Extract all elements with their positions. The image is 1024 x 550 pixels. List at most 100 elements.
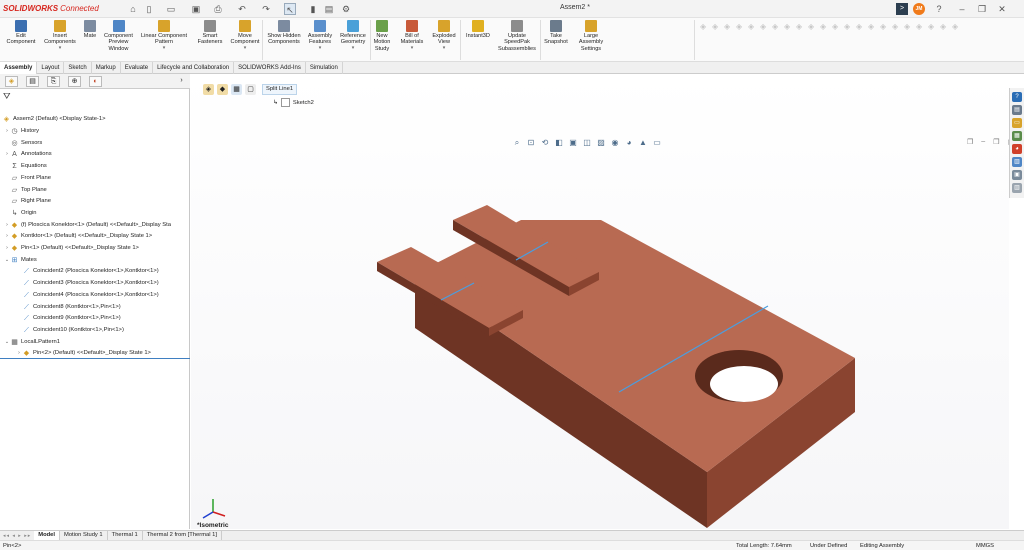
graphics-viewport[interactable]: ◈ ◆ ▦ ▢ Split Line1 ↳ Sketch2 ⌕ ⊡ ⟲ ◧ ▣ … [191, 74, 1014, 529]
console-icon[interactable]: > [896, 3, 908, 15]
bottom-tab-thermal-2-from-thermal-1-[interactable]: Thermal 2 from [Thermal 1] [143, 531, 222, 540]
new-document-icon[interactable]: ▯ [143, 3, 155, 15]
tree-item[interactable]: › ◆ Kontktor<1> (Default) <<Default>_Displ… [0, 231, 190, 242]
tree-item[interactable]: ⟋ Coincident10 (Kontktor<1>,Pin<1>) [0, 325, 190, 336]
tab-simulation[interactable]: Simulation [306, 62, 343, 74]
smart-fasteners-button[interactable]: Smart Fasteners [196, 20, 224, 46]
solidworks-resources-icon[interactable]: ? [1012, 92, 1022, 102]
design-library-icon[interactable]: ▤ [1012, 105, 1022, 115]
tree-item[interactable]: ⌄ ⊞ Mates [0, 255, 190, 266]
tree-item[interactable]: ↳ Origin [0, 208, 190, 219]
restore-icon[interactable]: ❐ [976, 3, 988, 15]
tree-item[interactable]: ▱ Top Plane [0, 185, 190, 196]
tab-markup[interactable]: Markup [92, 62, 121, 74]
tree-item[interactable]: ⟋ Coincident2 (Ploscica Konektor<1>,Kontk… [0, 266, 190, 277]
appearances-icon[interactable]: ◕ [1012, 144, 1022, 154]
bottom-tab-model[interactable]: Model [34, 531, 60, 540]
print-icon[interactable]: ⎙ [212, 3, 224, 15]
chevron-down-icon[interactable]: ▾ [352, 45, 355, 51]
display-manager-tab-icon[interactable]: ◐ [89, 76, 102, 87]
tree-item[interactable]: › ◷ History [0, 126, 190, 137]
help-icon[interactable]: ? [933, 3, 945, 15]
minimize-icon[interactable]: – [956, 3, 968, 15]
view-palette-icon[interactable]: ▦ [1012, 131, 1022, 141]
chevron-down-icon[interactable]: ▾ [163, 45, 166, 51]
assembly-model[interactable] [191, 74, 1009, 529]
options-gear-icon[interactable]: ⚙ [340, 3, 352, 15]
tree-item[interactable]: ⟋ Coincident3 (Ploscica Konektor<1>,Kontk… [0, 278, 190, 289]
tree-item[interactable]: ⟋ Coincident8 (Kontktor<1>,Pin<1>) [0, 302, 190, 313]
toolbox-icon[interactable]: ▥ [1012, 183, 1022, 193]
dimxpert-tab-icon[interactable]: ⊕ [68, 76, 81, 87]
insert-components-button[interactable]: Insert Components ▾ [42, 20, 78, 51]
tab-layout[interactable]: Layout [37, 62, 65, 74]
tree-item-label: Annotations [21, 151, 52, 158]
feature-tree-tab-icon[interactable]: ◈ [5, 76, 18, 87]
tab-sketch[interactable]: Sketch [64, 62, 92, 74]
edit-component-button[interactable]: Edit Component [3, 20, 39, 46]
chevron-down-icon[interactable]: ▾ [244, 45, 247, 51]
snapshot-button[interactable]: Take Snapshot [543, 20, 569, 46]
open-icon[interactable]: ▭ [165, 3, 177, 15]
bottom-tab-thermal-1[interactable]: Thermal 1 [108, 531, 143, 540]
status-units[interactable]: MMGS [976, 542, 994, 550]
user-avatar[interactable]: JM [913, 3, 925, 15]
show-hidden-button[interactable]: Show Hidden Components [266, 20, 302, 46]
property-manager-tab-icon[interactable]: ▤ [26, 76, 39, 87]
panel-expand-icon[interactable]: › [175, 76, 188, 87]
speedpak-button[interactable]: Update SpeedPak Subassemblies [497, 20, 537, 52]
close-icon[interactable]: ✕ [996, 3, 1008, 15]
tab-solidworks-add-ins[interactable]: SOLIDWORKS Add-Ins [234, 62, 306, 74]
chevron-down-icon[interactable]: ▾ [59, 45, 62, 51]
bottom-tab-motion-study-1[interactable]: Motion Study 1 [60, 531, 108, 540]
bom-button[interactable]: Bill of Materials ▾ [398, 20, 426, 51]
home-icon[interactable]: ⌂ [127, 3, 139, 15]
move-component-button[interactable]: Move Component ▾ [228, 20, 262, 51]
tab-scroll-arrows[interactable]: ◂◂ ◂ ▸ ▸▸ [0, 533, 34, 539]
ribbon-button-label: Assembly Features [307, 33, 333, 46]
file-properties-icon[interactable]: ▤ [323, 3, 335, 15]
traffic-light-icon[interactable]: ▮ [307, 3, 319, 15]
motion-study-button[interactable]: New Motion Study [371, 20, 393, 52]
tree-item-label: (f) Ploscica Konektor<1> (Default) <<Def… [21, 221, 171, 228]
redo-icon[interactable]: ↷ [260, 3, 272, 15]
tree-item[interactable]: ▱ Front Plane [0, 173, 190, 184]
select-arrow-icon[interactable]: ↖ [284, 3, 296, 15]
assembly-features-button[interactable]: Assembly Features ▾ [306, 20, 334, 51]
chevron-down-icon[interactable]: ▾ [411, 45, 414, 51]
tab-evaluate[interactable]: Evaluate [121, 62, 154, 74]
chevron-down-icon[interactable]: ▾ [319, 45, 322, 51]
mate-button[interactable]: Mate [82, 20, 98, 39]
tab-assembly[interactable]: Assembly [0, 62, 38, 74]
configuration-manager-tab-icon[interactable]: ⎘ [47, 76, 60, 87]
filter-icon[interactable]: ⛛ [3, 91, 11, 102]
file-explorer-icon[interactable]: ▭ [1012, 118, 1022, 128]
tree-item[interactable]: ⟋ Coincident9 (Kontktor<1>,Pin<1>) [0, 313, 190, 324]
large-assembly-button[interactable]: Large Assembly Settings [574, 20, 608, 52]
tree-item-label: Coincident3 (Ploscica Konektor<1>,Kontkt… [33, 280, 159, 287]
custom-properties-icon[interactable]: ▥ [1012, 157, 1022, 167]
exploded-view-button[interactable]: Exploded View ▾ [430, 20, 458, 51]
solidworks-logo[interactable]: SOLIDWORKS Connected [3, 4, 99, 13]
tree-item[interactable]: ▱ Right Plane [0, 196, 190, 207]
tab-lifecycle-and-collaboration[interactable]: Lifecycle and Collaboration [153, 62, 235, 74]
tree-item[interactable]: ◎ Sensors [0, 138, 190, 149]
tree-item[interactable]: › A Annotations [0, 149, 190, 160]
instant3d-button[interactable]: Instant3D [463, 20, 493, 39]
tree-root-assembly[interactable]: ◈ Assem2 (Default) <Display State-1> [0, 114, 190, 125]
tree-item[interactable]: › ◆ Pin<2> (Default) <<Default>_Display St… [0, 348, 190, 360]
tree-item[interactable]: Σ Equations [0, 161, 190, 172]
reference-geometry-button[interactable]: Reference Geometry ▾ [338, 20, 368, 51]
tree-item[interactable]: › ◆ (f) Ploscica Konektor<1> (Default) <<D… [0, 220, 190, 231]
chevron-down-icon[interactable]: ▾ [443, 45, 446, 51]
tree-item[interactable]: ⟋ Coincident4 (Ploscica Konektor<1>,Kontk… [0, 290, 190, 301]
tree-item[interactable]: ⌄ ▦ LocalLPattern1 [0, 337, 190, 348]
forum-icon[interactable]: ▣ [1012, 170, 1022, 180]
disabled-tool-icon: ◈ [880, 22, 887, 31]
undo-icon[interactable]: ↶ [236, 3, 248, 15]
linear-pattern-button[interactable]: Linear Component Pattern ▾ [139, 20, 189, 51]
ribbon-button-label: Smart Fasteners [197, 33, 223, 46]
tree-item[interactable]: › ◆ Pin<1> (Default) <<Default>_Display St… [0, 243, 190, 254]
save-icon[interactable]: ▣ [190, 3, 202, 15]
preview-window-button[interactable]: Component Preview Window [102, 20, 135, 52]
